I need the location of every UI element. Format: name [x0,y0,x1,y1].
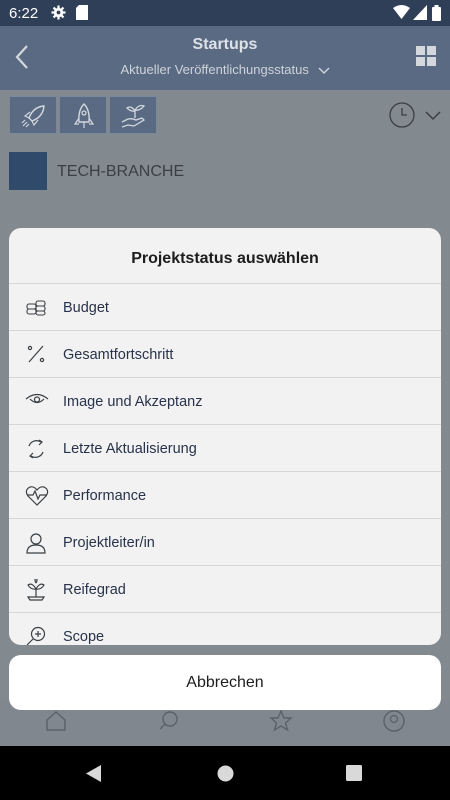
profile-icon[interactable] [382,709,406,733]
system-navigation-bar [0,746,450,800]
star-icon[interactable] [269,709,293,733]
sd-card-icon [76,5,88,20]
battery-icon [432,5,441,21]
app-header: Startups Aktueller Veröffentlichungsstat… [0,26,450,90]
filter-launch-button[interactable] [9,96,57,134]
clock-icon[interactable] [389,102,415,128]
person-icon [26,533,46,554]
filter-growth-button[interactable] [109,96,157,134]
page-title: Startups [192,36,258,53]
option-image-und-akzeptanz[interactable]: Image und Akzeptanz [9,378,441,425]
grid-view-icon[interactable] [416,46,436,66]
project-status-sheet: Projektstatus auswählen Budget Gesamtfor… [9,228,441,645]
heart-pulse-icon [25,486,49,506]
status-bar: 6:22 [0,0,450,26]
status-filter-dropdown[interactable]: Aktueller Veröffentlichungsstatus [0,62,450,77]
sheet-title: Projektstatus auswählen [9,228,441,284]
wifi-icon [393,5,410,19]
option-label: Reifegrad [63,582,126,598]
signal-icon [413,5,427,20]
nav-back-icon[interactable] [86,765,102,782]
chevron-down-icon[interactable] [425,111,441,121]
option-gesamtfortschritt[interactable]: Gesamtfortschritt [9,331,441,378]
option-label: Letzte Aktualisierung [63,441,197,457]
chevron-down-icon [317,67,330,74]
option-budget[interactable]: Budget [9,284,441,331]
zoom-in-icon [26,626,46,645]
plant-icon [26,579,46,601]
rocket-launch-icon [21,105,45,128]
option-reifegrad[interactable]: Reifegrad [9,566,441,613]
option-label: Budget [63,300,109,316]
refresh-icon [28,439,44,459]
option-performance[interactable]: Performance [9,472,441,519]
filter-rocket-button[interactable] [59,96,107,134]
rocket-icon [73,103,95,128]
coins-icon [26,300,46,316]
status-filter-label: Aktueller Veröffentlichungsstatus [120,62,309,77]
search-icon[interactable] [157,709,181,733]
home-icon[interactable] [44,709,68,733]
option-scope[interactable]: Scope [9,613,441,645]
option-label: Image und Akzeptanz [63,394,203,410]
cancel-button[interactable]: Abbrechen [9,655,441,710]
category-heading: TECH-BRANCHE [57,163,185,180]
eye-icon [25,393,49,404]
status-time: 6:22 [9,5,39,22]
nav-recents-icon[interactable] [346,765,362,781]
category-color-swatch [9,152,47,190]
option-label: Performance [63,488,147,504]
nav-home-icon[interactable] [217,765,234,782]
hand-plant-icon [121,104,146,128]
option-label: Gesamtfortschritt [63,347,174,363]
percent-icon [27,345,45,363]
option-projektleiter[interactable]: Projektleiter/in [9,519,441,566]
settings-icon [51,5,66,20]
option-label: Projektleiter/in [63,535,155,551]
option-label: Scope [63,629,105,645]
option-letzte-aktualisierung[interactable]: Letzte Aktualisierung [9,425,441,472]
